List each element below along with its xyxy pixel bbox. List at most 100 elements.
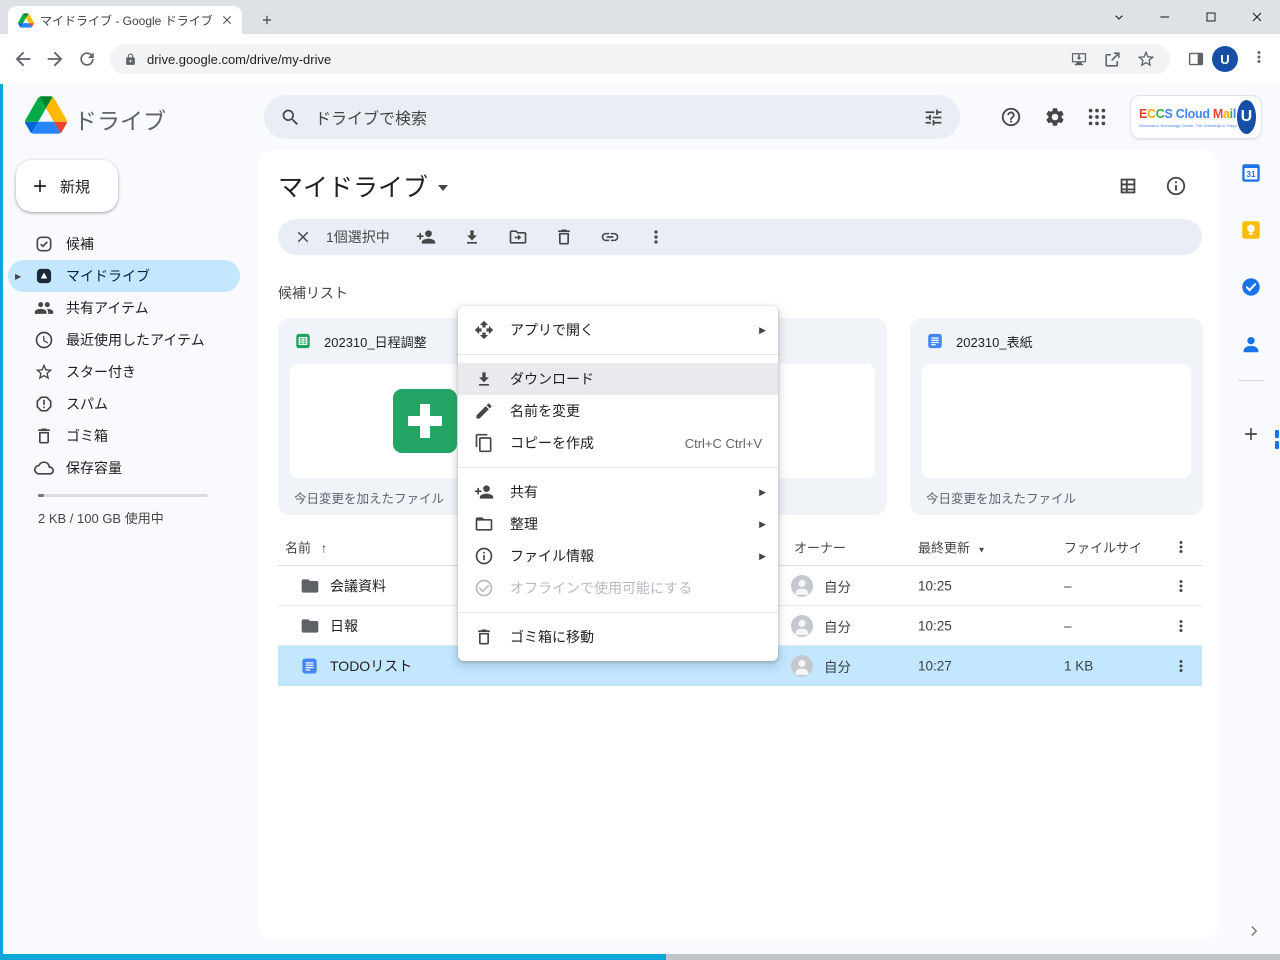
menu-item-download[interactable]: ダウンロード [458, 363, 778, 395]
page-title-dropdown[interactable]: マイドライブ [278, 168, 448, 204]
new-button[interactable]: 新規 [16, 160, 118, 212]
keep-icon[interactable] [1240, 219, 1262, 241]
open-with-icon [474, 320, 494, 340]
trash-icon [34, 426, 54, 446]
maximize-button[interactable] [1188, 0, 1234, 34]
share-person-add-icon[interactable] [416, 227, 436, 247]
menu-item-file-info[interactable]: ファイル情報 ▶ [458, 540, 778, 572]
minimize-button[interactable] [1142, 0, 1188, 34]
row-more-icon[interactable] [1172, 657, 1190, 675]
pencil-icon [474, 401, 494, 421]
download-icon[interactable] [462, 227, 482, 247]
offline-pin-icon [474, 578, 494, 598]
tasks-icon[interactable] [1240, 276, 1262, 298]
menu-divider [458, 467, 778, 468]
calendar-icon[interactable]: 31 [1240, 162, 1262, 184]
menu-item-open-with[interactable]: アプリで開く ▶ [458, 314, 778, 346]
report-icon [34, 394, 54, 414]
plus-icon [30, 176, 50, 196]
search-icon[interactable] [280, 107, 301, 128]
browser-tab[interactable]: マイドライブ - Google ドライブ [8, 6, 242, 34]
bottom-progress-bar-filled [0, 954, 666, 960]
star-icon [34, 362, 54, 382]
menu-item-make-copy[interactable]: コピーを作成 Ctrl+C Ctrl+V [458, 427, 778, 459]
column-header-owner[interactable]: オーナー [794, 537, 846, 556]
menu-shortcut: Ctrl+C Ctrl+V [685, 436, 762, 451]
bottom-progress-bar-track [666, 954, 1280, 960]
share-icon[interactable] [1103, 50, 1122, 69]
drive-favicon-icon [18, 13, 34, 28]
file-thumbnail [922, 364, 1191, 478]
rail-divider [1238, 380, 1264, 381]
install-icon[interactable] [1069, 49, 1089, 69]
sidebar-item-shared[interactable]: 共有アイテム [8, 292, 240, 324]
folder-icon [300, 616, 320, 636]
sidebar-item-storage[interactable]: 保存容量 [8, 452, 240, 484]
tab-close-icon[interactable] [220, 13, 234, 27]
move-to-folder-icon[interactable] [508, 227, 528, 247]
close-button[interactable] [1234, 0, 1280, 34]
browser-menu-icon[interactable] [1250, 48, 1268, 66]
contacts-icon[interactable] [1240, 333, 1262, 355]
card-reason-label: 今日変更を加えたファイル [910, 478, 1203, 507]
reload-button[interactable] [75, 47, 99, 71]
show-side-panel-chevron-icon[interactable] [1243, 920, 1265, 942]
trash-icon[interactable] [554, 227, 574, 247]
forward-button[interactable] [43, 47, 67, 71]
account-badge-title: ECCS Cloud Mail [1139, 107, 1236, 121]
address-bar[interactable]: drive.google.com/drive/my-drive [110, 44, 1170, 74]
clock-icon [34, 330, 54, 350]
column-header-modified[interactable]: 最終更新 ▼ [918, 537, 986, 556]
add-addon-plus-icon[interactable] [1240, 423, 1262, 445]
bookmark-star-icon[interactable] [1136, 49, 1156, 69]
lock-icon [124, 53, 137, 66]
row-more-icon[interactable] [1172, 617, 1190, 635]
account-badge-subtitle: Information Technology Center, The Unive… [1139, 124, 1237, 128]
settings-gear-icon[interactable] [1043, 105, 1067, 129]
account-avatar[interactable]: U [1237, 100, 1256, 134]
menu-item-rename[interactable]: 名前を変更 [458, 395, 778, 427]
column-header-size[interactable]: ファイルサイ [1064, 537, 1142, 556]
cloud-icon [34, 458, 54, 478]
sheets-file-icon [294, 332, 312, 350]
sidebar-item-my-drive[interactable]: ▶ マイドライブ [8, 260, 240, 292]
expander-arrow-icon[interactable]: ▶ [15, 272, 21, 281]
side-panel-icon[interactable] [1186, 49, 1206, 69]
scrollbar-marker [1275, 441, 1279, 449]
account-badge[interactable]: ECCS Cloud Mail Information Technology C… [1130, 95, 1262, 139]
row-more-icon[interactable] [1172, 577, 1190, 595]
suggestions-section-label: 候補リスト [278, 283, 348, 303]
copy-link-icon[interactable] [600, 227, 620, 247]
download-icon [474, 369, 494, 389]
help-icon[interactable] [999, 105, 1023, 129]
apps-grid-icon[interactable] [1085, 105, 1109, 129]
more-actions-icon[interactable] [646, 227, 666, 247]
search-placeholder: ドライブで検索 [315, 105, 923, 129]
tab-search-chevron-icon[interactable] [1096, 0, 1142, 34]
browser-profile-avatar[interactable]: U [1212, 46, 1238, 72]
sidebar-nav: 候補 ▶ マイドライブ 共有アイテム 最近使用したアイテム スター付き ス [0, 228, 258, 484]
menu-item-organize[interactable]: 整理 ▶ [458, 508, 778, 540]
new-tab-button[interactable] [254, 7, 280, 33]
sidebar-item-trash[interactable]: ゴミ箱 [8, 420, 240, 452]
suggestion-card[interactable]: 202310_表紙 今日変更を加えたファイル [910, 318, 1203, 515]
back-button[interactable] [11, 47, 35, 71]
sidebar-item-starred[interactable]: スター付き [8, 356, 240, 388]
sidebar-item-suggested[interactable]: 候補 [8, 228, 240, 260]
info-icon[interactable] [1165, 175, 1187, 197]
menu-item-share[interactable]: 共有 ▶ [458, 476, 778, 508]
sidebar-item-spam[interactable]: スパム [8, 388, 240, 420]
app-name: ドライブ [74, 102, 166, 136]
window-controls [1096, 0, 1280, 34]
modified-time: 10:27 [918, 659, 952, 674]
clear-selection-icon[interactable] [294, 228, 312, 246]
sidebar-item-recent[interactable]: 最近使用したアイテム [8, 324, 240, 356]
menu-item-move-to-trash[interactable]: ゴミ箱に移動 [458, 621, 778, 653]
grid-view-toggle-icon[interactable] [1117, 175, 1139, 197]
checkbox-check-icon [34, 234, 54, 254]
header-more-icon[interactable] [1172, 538, 1190, 556]
search-options-tune-icon[interactable] [923, 107, 944, 128]
url-text: drive.google.com/drive/my-drive [147, 52, 1057, 67]
search-input[interactable]: ドライブで検索 [264, 95, 960, 139]
column-header-name[interactable]: 名前 ↑ [285, 537, 327, 556]
